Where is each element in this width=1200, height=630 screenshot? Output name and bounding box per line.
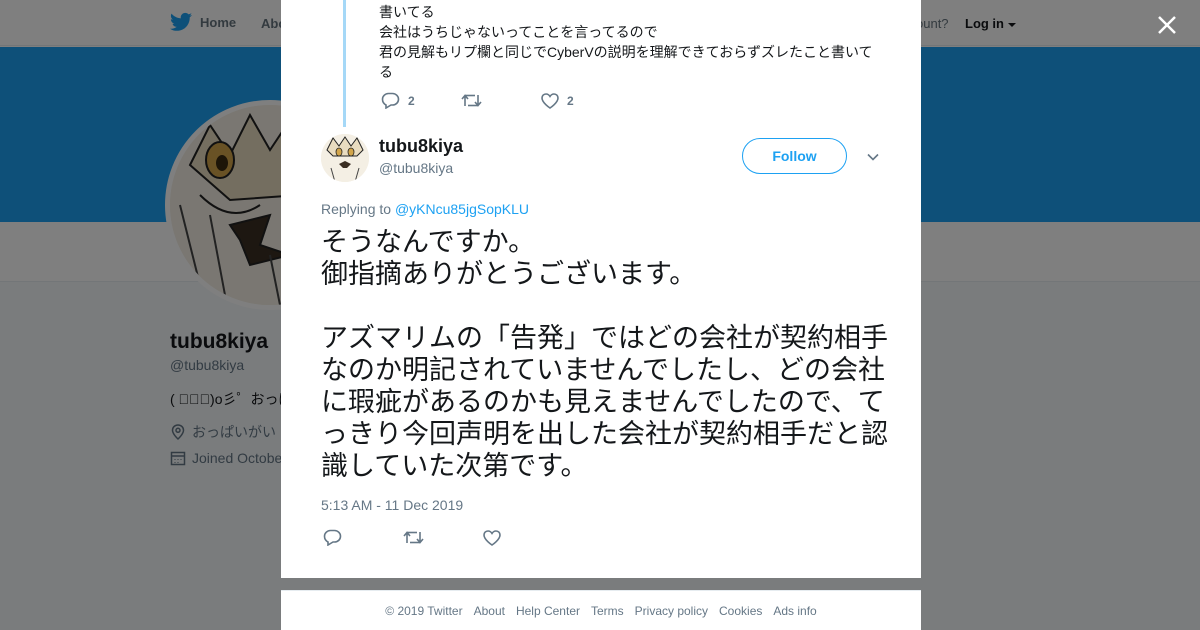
reply-button[interactable] — [323, 529, 403, 546]
footer-link-terms[interactable]: Terms — [591, 604, 624, 618]
author-handle[interactable]: @tubu8kiya — [379, 160, 453, 176]
tweet-permalink-modal: 書いてる 会社はうちじゃないってことを言ってるので 君の見解もリプ欄と同じでCy… — [281, 0, 921, 578]
heart-icon — [541, 92, 559, 109]
retweet-icon — [403, 531, 424, 544]
previous-tweet-text: 書いてる 会社はうちじゃないってことを言ってるので 君の見解もリプ欄と同じでCy… — [379, 2, 879, 82]
previous-like-button[interactable]: 2 — [541, 92, 621, 109]
tweet-actions — [323, 529, 563, 546]
footer-link-privacy-policy[interactable]: Privacy policy — [635, 604, 708, 618]
tweet-text: そうなんですか。 御指摘ありがとうございます。 アズマリムの「告発」ではどの会社… — [321, 227, 888, 482]
heart-icon — [483, 529, 501, 546]
previous-tweet-actions: 2 2 — [381, 92, 621, 109]
previous-reply-button[interactable]: 2 — [381, 92, 461, 109]
previous-tweet-line: 会社はうちじゃないってことを言ってるので — [379, 24, 658, 40]
previous-tweet-line: 君の見解もリプ欄と同じでCyberVの説明を理解できておらずズレたこと書いて — [379, 44, 873, 60]
like-button[interactable] — [483, 529, 563, 546]
more-options-button[interactable] — [866, 150, 880, 164]
footer-link-help-center[interactable]: Help Center — [516, 604, 580, 618]
replying-to: Replying to @yKNcu85jgSopKLU — [321, 201, 529, 217]
follow-button[interactable]: Follow — [742, 138, 847, 174]
footer-link-ads-info[interactable]: Ads info — [773, 604, 816, 618]
tweet-timestamp[interactable]: 5:13 AM - 11 Dec 2019 — [321, 497, 463, 513]
modal-footer: © 2019 Twitter About Help Center Terms P… — [281, 590, 921, 630]
thread-connector-line — [343, 0, 346, 127]
reply-icon — [381, 92, 400, 109]
replying-to-mention-link[interactable]: @yKNcu85jgSopKLU — [395, 201, 529, 217]
retweet-button[interactable] — [403, 530, 483, 545]
previous-retweet-button[interactable] — [461, 93, 541, 108]
footer-copyright: © 2019 Twitter — [385, 603, 463, 618]
footer-link-cookies[interactable]: Cookies — [719, 604, 762, 618]
close-button[interactable] — [1154, 12, 1180, 38]
previous-tweet-line: る — [379, 64, 393, 80]
footer-link-about[interactable]: About — [474, 604, 505, 618]
close-icon — [1158, 16, 1176, 34]
previous-tweet-line: 書いてる — [379, 4, 435, 20]
author-avatar[interactable] — [321, 134, 369, 182]
chevron-down-icon — [867, 153, 879, 161]
author-name[interactable]: tubu8kiya — [379, 136, 463, 157]
previous-like-count: 2 — [567, 93, 574, 108]
retweet-icon — [461, 94, 482, 107]
previous-reply-count: 2 — [408, 93, 415, 108]
reply-icon — [323, 529, 342, 546]
replying-to-label: Replying to — [321, 201, 392, 217]
anime-character-avatar-image — [321, 134, 369, 182]
